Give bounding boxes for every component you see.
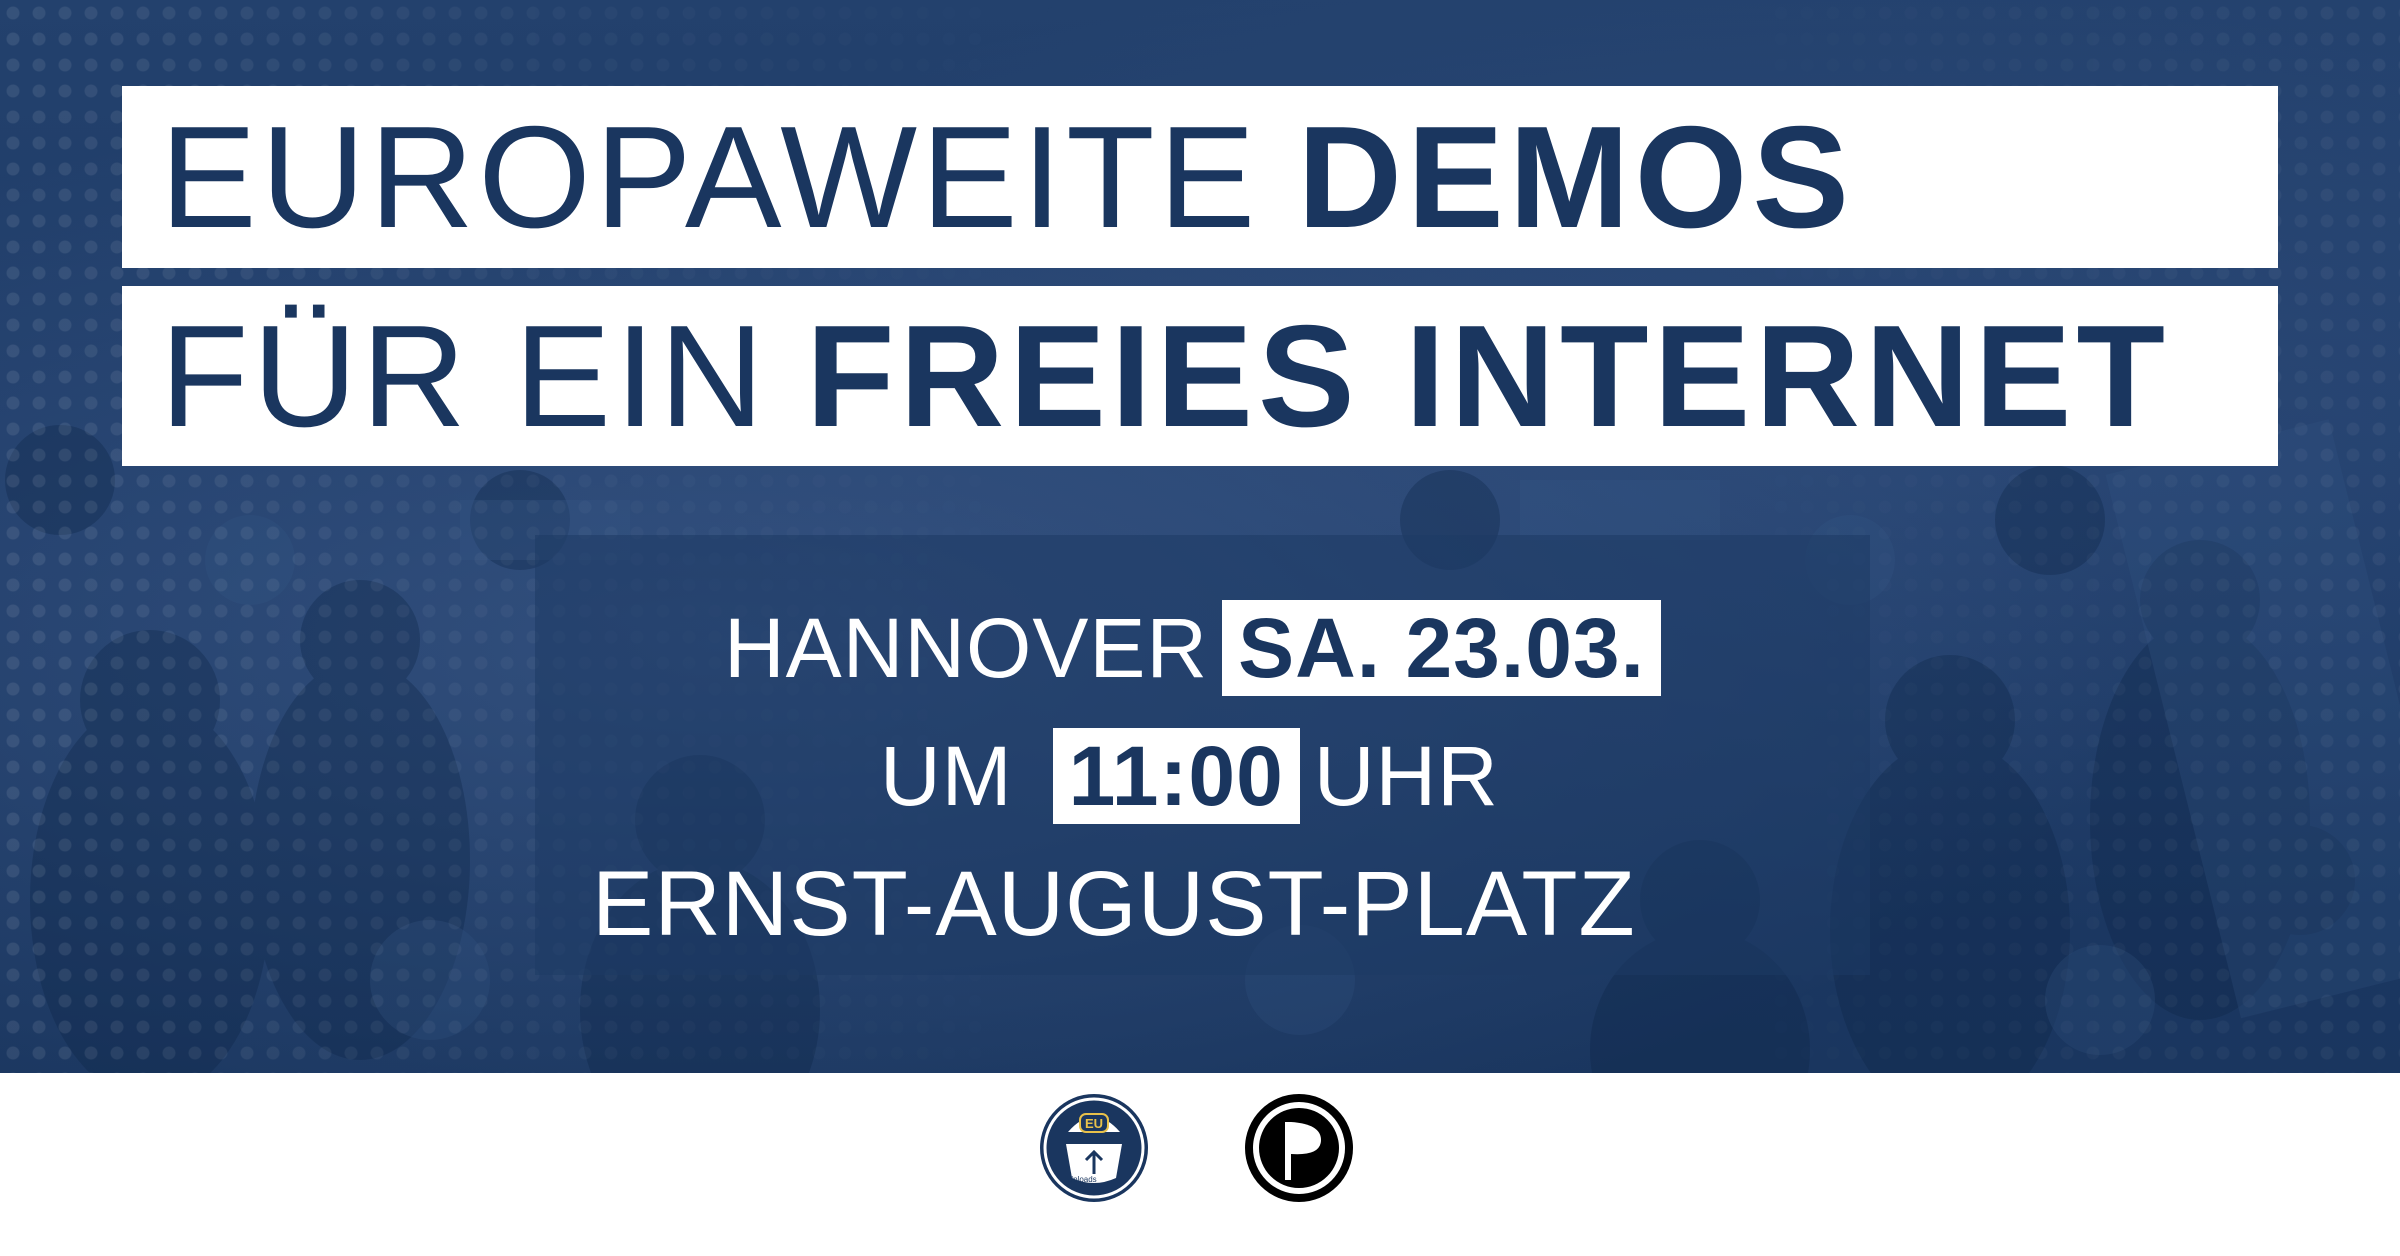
event-date-badge: SA. 23.03.: [1222, 599, 1661, 696]
pirate-party-logo-icon: [1245, 1094, 1353, 1202]
time-suffix: UHR: [1313, 728, 1499, 823]
event-location: ERNST-AUGUST-PLATZ: [592, 852, 1636, 955]
headline-line-1: EUROPAWEITE DEMOS: [122, 86, 2278, 268]
eu-logo-text: EU: [1085, 1116, 1103, 1131]
hero-banner: EUROPAWEITE DEMOS FÜR EIN FREIES INTERNE…: [0, 0, 2400, 1073]
logo-bar: EU Uploads: [0, 1092, 2400, 1232]
headline-line-2-light: FÜR EIN: [160, 294, 768, 457]
headline-line-2: FÜR EIN FREIES INTERNET: [122, 286, 2278, 466]
city-date-line: HANNOVER SA. 23.03.: [724, 599, 1661, 696]
eu-uploadfilter-logo-icon: EU Uploads: [1040, 1094, 1148, 1202]
time-line: UM 11:00 UHR: [880, 727, 1499, 824]
headline-line-1-bold: DEMOS: [1297, 95, 1855, 258]
headline-line-2-bold: FREIES INTERNET: [806, 294, 2170, 457]
event-city: HANNOVER: [724, 600, 1209, 695]
event-time-badge: 11:00: [1052, 727, 1300, 824]
headline-line-1-light: EUROPAWEITE: [160, 95, 1260, 258]
eu-logo-subtext: Uploads: [1067, 1175, 1096, 1184]
time-prefix: UM: [880, 728, 1013, 823]
